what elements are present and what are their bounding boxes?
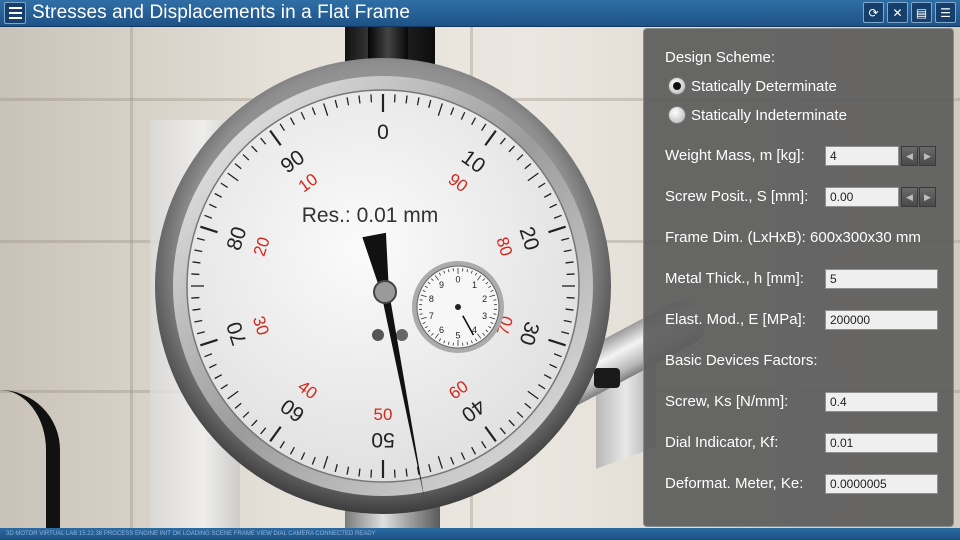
- sub-dial-tick: [493, 299, 497, 301]
- sub-dial-label: 1: [472, 280, 477, 290]
- book-icon: ▤: [915, 5, 928, 20]
- gauge-tick: [370, 469, 373, 478]
- gauge-outer-label: 50: [371, 428, 394, 451]
- sub-dial-label: 8: [429, 294, 434, 304]
- radio-label: Statically Determinate: [691, 77, 837, 95]
- app-title: Stresses and Displacements in a Flat Fra…: [32, 2, 411, 23]
- cable: [0, 390, 60, 540]
- weight-mass-stepper: ◀ ▶: [901, 146, 936, 166]
- radio-circle[interactable]: [668, 77, 686, 95]
- hamburger-menu-icon[interactable]: [4, 2, 26, 24]
- weight-mass-label: Weight Mass, m [kg]:: [665, 147, 805, 164]
- sub-dial-label: 2: [482, 294, 487, 304]
- basic-factors-label: Basic Devices Factors:: [665, 352, 818, 369]
- dial-indicator[interactable]: 0102030405060708090 102030405060708090 R…: [152, 55, 614, 517]
- gauge-tick: [566, 296, 575, 299]
- sub-dial-hub: [455, 304, 461, 310]
- settings-list-button[interactable]: ☰: [935, 2, 956, 23]
- speaker-mute-icon: ✕: [892, 5, 903, 20]
- revolution-sub-dial: 0123456789: [412, 261, 504, 353]
- gauge-tick: [191, 273, 200, 276]
- deformation-factor-label: Deformat. Meter, Ke:: [665, 475, 804, 492]
- gauge-tick: [370, 94, 373, 103]
- sub-dial-label: 5: [455, 331, 460, 341]
- gauge-screw-dot: [396, 329, 408, 341]
- arrow-left-icon[interactable]: ◀: [901, 146, 918, 166]
- gauge-outer-label: 0: [377, 121, 389, 144]
- dial-factor-label: Dial Indicator, Kf:: [665, 434, 779, 451]
- status-text: 3D MOTOR VIRTUAL LAB 15.22.38 PROCESS EN…: [6, 531, 376, 537]
- elastic-modulus-label: Elast. Mod., E [MPa]:: [665, 311, 806, 328]
- weight-mass-field[interactable]: 4: [825, 146, 899, 166]
- elastic-modulus-field[interactable]: 200000: [825, 310, 938, 330]
- screw-position-field[interactable]: 0.00: [825, 187, 899, 207]
- radio-circle[interactable]: [668, 106, 686, 124]
- sub-dial-label: 7: [429, 311, 434, 321]
- sub-dial-label: 3: [482, 311, 487, 321]
- arrow-right-icon[interactable]: ▶: [919, 146, 936, 166]
- refresh-icon: ⟳: [868, 5, 879, 20]
- title-bar-buttons: ⟳ ✕ ▤ ☰: [863, 2, 956, 23]
- dial-factor-field[interactable]: 0.01: [825, 433, 938, 453]
- gauge-tick: [191, 296, 200, 299]
- deformation-factor-field[interactable]: 0.0000005: [825, 474, 938, 494]
- radio-statically-indeterminate[interactable]: Statically Indeterminate: [668, 106, 847, 124]
- screw-position-label: Screw Posit., S [mm]:: [665, 188, 809, 205]
- title-bar: Stresses and Displacements in a Flat Fra…: [0, 0, 960, 27]
- sub-dial-tick: [419, 299, 423, 301]
- design-scheme-label: Design Scheme:: [665, 49, 776, 66]
- parameters-panel: Design Scheme: Statically Determinate St…: [643, 28, 954, 527]
- screw-factor-label: Screw, Ks [N/mm]:: [665, 393, 789, 410]
- metal-thickness-field[interactable]: 5: [825, 269, 938, 289]
- metal-thickness-label: Metal Thick., h [mm]:: [665, 270, 804, 287]
- radio-label: Statically Indeterminate: [691, 106, 847, 124]
- resolution-label: Res.: 0.01 mm: [302, 204, 439, 227]
- sub-dial-label: 6: [439, 325, 444, 335]
- sub-dial-label: 9: [439, 280, 444, 290]
- sub-dial-tick: [493, 313, 497, 315]
- gauge-tick: [393, 469, 396, 478]
- radio-statically-determinate[interactable]: Statically Determinate: [668, 77, 837, 95]
- sub-dial-tick: [419, 313, 423, 315]
- gauge-inner-red-label: 50: [374, 405, 393, 424]
- reset-view-button[interactable]: ⟳: [863, 2, 884, 23]
- status-bar: 3D MOTOR VIRTUAL LAB 15.22.38 PROCESS EN…: [0, 528, 960, 540]
- mute-sound-button[interactable]: ✕: [887, 2, 908, 23]
- gauge-tick: [566, 273, 575, 276]
- radio-selected-dot: [673, 82, 681, 90]
- gauge-tick: [393, 94, 396, 103]
- screw-factor-field[interactable]: 0.4: [825, 392, 938, 412]
- arrow-left-icon[interactable]: ◀: [901, 187, 918, 207]
- sub-dial-label: 0: [455, 275, 460, 285]
- screw-position-stepper: ◀ ▶: [901, 187, 936, 207]
- wall-tile-line: [130, 0, 133, 540]
- list-icon: ☰: [940, 5, 951, 20]
- gauge-screw-dot: [372, 329, 384, 341]
- arrow-right-icon[interactable]: ▶: [919, 187, 936, 207]
- frame-dimensions-label: Frame Dim. (LxHxB): 600x300x30 mm: [665, 229, 921, 246]
- main-needle-hub: [373, 280, 397, 304]
- theory-book-button[interactable]: ▤: [911, 2, 932, 23]
